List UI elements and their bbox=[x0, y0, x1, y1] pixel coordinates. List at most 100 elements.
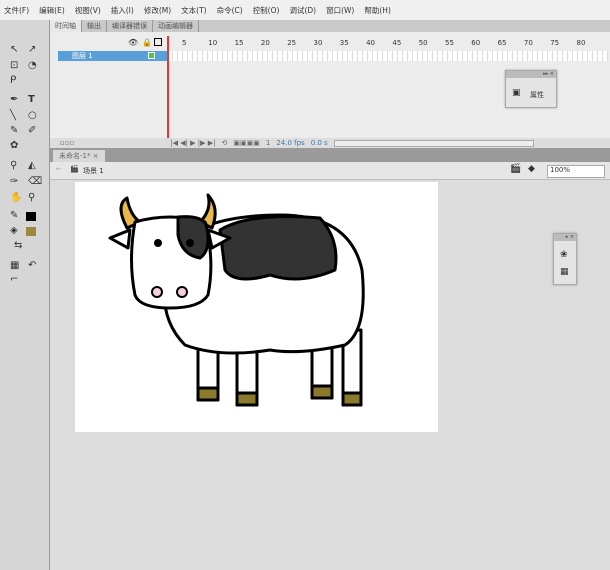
eye-icon[interactable]: 👁 bbox=[128, 38, 138, 47]
menu-bar: 文件(F) 编辑(E) 视图(V) 插入(I) 修改(M) 文本(T) 命令(C… bbox=[0, 0, 610, 20]
straighten-icon[interactable]: ⌐ bbox=[10, 274, 18, 285]
zoom-field[interactable]: 100% bbox=[547, 165, 605, 178]
snap-icon[interactable]: ▦ bbox=[10, 260, 19, 271]
cow-drawing bbox=[108, 193, 365, 407]
oval-tool-icon[interactable]: ○ bbox=[28, 110, 37, 121]
pen-icon[interactable]: ✒ bbox=[10, 94, 18, 105]
ruler-tick: 35 bbox=[339, 39, 349, 47]
cow-nostril bbox=[176, 286, 188, 298]
current-frame: 1 bbox=[265, 139, 271, 147]
tab-timeline[interactable]: 时间轴 bbox=[50, 20, 82, 32]
menu-file[interactable]: 文件(F) bbox=[4, 5, 29, 16]
menu-commands[interactable]: 命令(C) bbox=[217, 5, 243, 16]
layer-color-icon bbox=[148, 52, 155, 59]
properties-panel-collapsed: ▸▸ × ▣ 属性 bbox=[505, 70, 557, 108]
fill-color-icon[interactable]: ◈ bbox=[10, 225, 18, 236]
lasso-icon[interactable]: ᑭ bbox=[10, 75, 16, 86]
frame-rate[interactable]: 24.0 fps bbox=[276, 139, 304, 147]
selection-tool-icon[interactable]: ↖ bbox=[10, 44, 18, 55]
menu-insert[interactable]: 插入(I) bbox=[111, 5, 134, 16]
menu-view[interactable]: 视图(V) bbox=[75, 5, 101, 16]
ruler-tick: 70 bbox=[523, 39, 533, 47]
smooth-icon[interactable]: ↶ bbox=[28, 260, 36, 271]
close-tab-icon[interactable]: × bbox=[93, 152, 99, 160]
cow-hoof bbox=[341, 391, 363, 407]
ruler-tick: 20 bbox=[260, 39, 270, 47]
ruler-tick: 15 bbox=[234, 39, 244, 47]
deco-tool-icon[interactable]: ✿ bbox=[10, 140, 18, 151]
timeline-scrollbar[interactable] bbox=[333, 139, 534, 147]
ruler-tick: 25 bbox=[287, 39, 297, 47]
line-tool-icon[interactable]: ╲ bbox=[10, 110, 16, 121]
loop-icon[interactable]: ⟲ bbox=[222, 139, 228, 147]
cow-nostril bbox=[151, 286, 163, 298]
lock-icon[interactable]: 🔒 bbox=[142, 38, 152, 47]
ruler-tick: 10 bbox=[208, 39, 218, 47]
brush-icon[interactable]: ✐ bbox=[28, 125, 36, 136]
text-tool-icon[interactable]: T bbox=[28, 94, 35, 105]
subselection-tool-icon[interactable]: ↗ bbox=[28, 44, 36, 55]
cow-patch bbox=[218, 215, 338, 281]
tab-compiler-errors[interactable]: 编译器错误 bbox=[107, 20, 153, 32]
outline-icon[interactable] bbox=[154, 38, 162, 46]
fill-color-swatch[interactable] bbox=[26, 227, 36, 236]
eyedropper-icon[interactable]: ✑ bbox=[10, 176, 18, 187]
ruler-tick: 40 bbox=[366, 39, 376, 47]
stroke-color-swatch[interactable] bbox=[26, 212, 36, 221]
frame-ruler[interactable]: 5 10 15 20 25 30 35 40 45 50 55 60 65 70 75 80 bbox=[168, 38, 608, 50]
onion-skin-icons[interactable]: ▣▣▣▣ bbox=[233, 139, 259, 147]
panel-header[interactable]: ▸ × bbox=[554, 234, 576, 241]
menu-modify[interactable]: 修改(M) bbox=[144, 5, 171, 16]
document-tab[interactable]: 未命名-1* × bbox=[53, 150, 105, 162]
ruler-tick: 80 bbox=[576, 39, 586, 47]
menu-edit[interactable]: 编辑(E) bbox=[39, 5, 65, 16]
edit-scene-icon[interactable]: 🎬 bbox=[510, 164, 521, 174]
pencil-icon[interactable]: ✎ bbox=[10, 125, 18, 136]
ruler-tick: 55 bbox=[445, 39, 454, 47]
tab-motion-editor[interactable]: 动画编辑器 bbox=[153, 20, 199, 32]
swap-colors-icon[interactable]: ⇆ bbox=[14, 240, 22, 251]
cow-ear bbox=[108, 228, 132, 250]
scene-icon: 🎬 bbox=[70, 165, 79, 173]
panel-header[interactable]: ▸▸ × bbox=[506, 71, 556, 78]
swatches-icon[interactable]: ▦ bbox=[560, 267, 569, 277]
elapsed-time: 0.0 s bbox=[310, 139, 328, 147]
zoom-tool-icon[interactable]: ⚲ bbox=[28, 192, 35, 203]
timeline-status: ▫▫▫ |◀ ◀| ▶ |▶ ▶| ⟲ ▣▣▣▣ 1 24.0 fps 0.0 … bbox=[50, 138, 610, 148]
3d-rotation-icon[interactable]: ◔ bbox=[28, 60, 37, 71]
playback-controls[interactable]: |◀ ◀| ▶ |▶ ▶| bbox=[170, 139, 215, 147]
paint-bucket-icon[interactable]: ◭ bbox=[28, 160, 36, 171]
tab-output[interactable]: 输出 bbox=[82, 20, 107, 32]
properties-label[interactable]: 属性 bbox=[530, 90, 544, 100]
cow-hoof bbox=[235, 391, 259, 407]
menu-text[interactable]: 文本(T) bbox=[181, 5, 206, 16]
ruler-tick: 60 bbox=[471, 39, 481, 47]
eraser-icon[interactable]: ⌫ bbox=[28, 176, 42, 187]
color-panel-collapsed: ▸ × ❀ ▦ bbox=[553, 233, 577, 285]
layer-row[interactable]: 图层 1 bbox=[58, 51, 168, 61]
frames-grid[interactable] bbox=[168, 51, 608, 61]
cow-hoof bbox=[310, 384, 334, 400]
color-icon[interactable]: ❀ bbox=[560, 250, 568, 260]
free-transform-icon[interactable]: ⊡ bbox=[10, 60, 18, 71]
ruler-tick: 5 bbox=[182, 39, 187, 47]
ruler-tick: 45 bbox=[392, 39, 402, 47]
playhead[interactable] bbox=[167, 36, 169, 148]
cow-hoof bbox=[196, 386, 220, 402]
edit-symbols-icon[interactable]: ◆ bbox=[528, 164, 535, 174]
properties-icon[interactable]: ▣ bbox=[512, 88, 521, 98]
ruler-tick: 30 bbox=[313, 39, 323, 47]
layer-name: 图层 1 bbox=[72, 52, 93, 60]
menu-window[interactable]: 窗口(W) bbox=[326, 5, 354, 16]
stage[interactable] bbox=[75, 182, 438, 432]
menu-help[interactable]: 帮助(H) bbox=[364, 5, 391, 16]
back-arrow-icon[interactable]: ⇠ bbox=[56, 165, 62, 173]
scene-label[interactable]: 场景 1 bbox=[83, 166, 104, 176]
edit-bar: ⇠ 🎬 场景 1 🎬 ◆ bbox=[50, 162, 610, 180]
hand-tool-icon[interactable]: ✋ bbox=[10, 192, 22, 203]
stroke-color-icon[interactable]: ✎ bbox=[10, 210, 18, 221]
menu-control[interactable]: 控制(O) bbox=[253, 5, 280, 16]
menu-debug[interactable]: 调试(D) bbox=[289, 5, 316, 16]
new-layer-icon[interactable]: ▫▫▫ bbox=[60, 139, 74, 147]
bone-tool-icon[interactable]: ⚲ bbox=[10, 160, 17, 171]
